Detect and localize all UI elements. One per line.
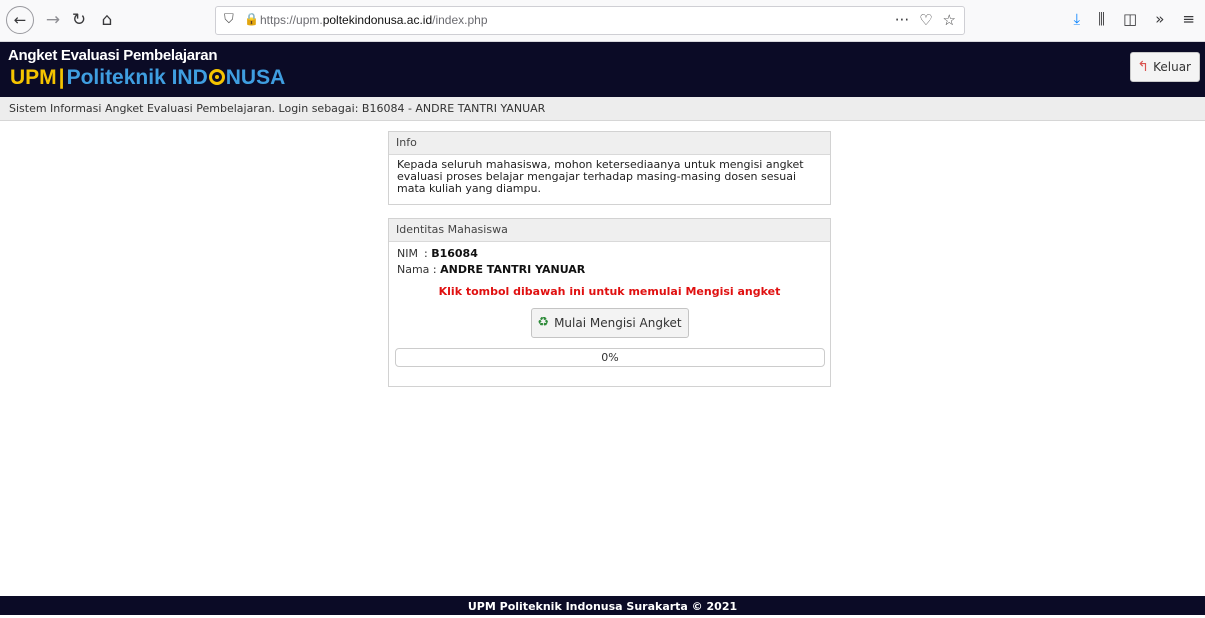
- lock-icon[interactable]: 🔒: [244, 12, 259, 26]
- identity-panel-title: Identitas Mahasiswa: [389, 219, 830, 242]
- back-arrow-icon[interactable]: ←: [6, 6, 34, 34]
- login-status-bar: Sistem Informasi Angket Evaluasi Pembela…: [0, 97, 1205, 121]
- name-label: Nama: [397, 263, 430, 276]
- url-domain: poltekindonusa.ac.id: [322, 13, 433, 27]
- name-separator: :: [429, 263, 441, 276]
- app-header: Angket Evaluasi Pembelajaran UPM|Politek…: [0, 42, 1205, 97]
- bookmark-star-icon[interactable]: ☆: [943, 11, 956, 29]
- info-panel-body: Kepada seluruh mahasiswa, mohon ketersed…: [397, 158, 804, 195]
- tracking-shield-icon[interactable]: ⛉: [224, 12, 234, 27]
- url-prefix: https://upm.: [260, 13, 323, 27]
- brand-politeknik: Politeknik IND: [66, 66, 208, 89]
- app-subtitle: Angket Evaluasi Pembelajaran: [8, 47, 218, 64]
- nim-separator: :: [424, 247, 432, 260]
- browser-toolbar: ← → ↻ ⌂ ⛉ 🔒 https://upm.poltekindonusa.a…: [0, 0, 1205, 42]
- url-actions: ··· ♡ ☆: [895, 11, 956, 29]
- sidebar-icon[interactable]: ◫: [1123, 10, 1137, 28]
- recycle-icon: ♻: [537, 315, 550, 330]
- hamburger-menu-icon[interactable]: ≡: [1182, 10, 1195, 28]
- name-row: Nama : ANDRE TANTRI YANUAR: [397, 262, 822, 278]
- identity-panel-body: NIM: B16084 Nama : ANDRE TANTRI YANUAR K…: [389, 242, 830, 373]
- start-survey-label: Mulai Mengisi Angket: [554, 316, 682, 330]
- brand-separator: |: [58, 66, 65, 89]
- start-survey-button[interactable]: ♻ Mulai Mengisi Angket: [530, 308, 689, 338]
- identity-panel: Identitas Mahasiswa NIM: B16084 Nama : A…: [388, 218, 831, 387]
- brand-logo: UPM|Politeknik IND NUSA: [10, 65, 285, 91]
- nim-label: NIM: [397, 247, 418, 260]
- footer: UPM Politeknik Indonusa Surakarta © 2021: [0, 596, 1205, 615]
- progress-text: 0%: [601, 351, 619, 364]
- logout-button[interactable]: ↰ Keluar: [1130, 52, 1200, 82]
- brand-tail: NUSA: [225, 66, 286, 89]
- forward-arrow-icon[interactable]: →: [40, 7, 66, 33]
- reload-icon[interactable]: ↻: [66, 7, 92, 33]
- overflow-chevron-icon[interactable]: »: [1155, 10, 1164, 28]
- url-text[interactable]: https://upm.poltekindonusa.ac.id/index.p…: [260, 13, 488, 27]
- nim-value: B16084: [431, 247, 478, 260]
- name-value: ANDRE TANTRI YANUAR: [440, 263, 586, 276]
- instruction-text: Klik tombol dibawah ini untuk memulai Me…: [438, 285, 781, 298]
- info-panel: Info Kepada seluruh mahasiswa, mohon ket…: [388, 131, 831, 205]
- logout-label: Keluar: [1153, 60, 1191, 74]
- brand-upm: UPM: [10, 66, 57, 89]
- home-icon[interactable]: ⌂: [94, 7, 120, 33]
- download-icon[interactable]: ⤓: [1074, 10, 1081, 28]
- progress-bar: 0%: [395, 348, 825, 367]
- info-panel-title: Info: [389, 132, 830, 155]
- page-actions-icon[interactable]: ···: [895, 11, 909, 29]
- library-icon[interactable]: ⫼: [1098, 10, 1105, 28]
- address-bar[interactable]: ⛉ 🔒 https://upm.poltekindonusa.ac.id/ind…: [215, 6, 965, 35]
- brand-ring-icon: [208, 69, 225, 85]
- nim-row: NIM: B16084: [397, 246, 822, 262]
- pocket-icon[interactable]: ♡: [919, 11, 932, 29]
- reply-arrow-icon: ↰: [1137, 59, 1150, 75]
- browser-tools: ⤓ ⫼ ◫ » ≡: [1074, 10, 1196, 28]
- url-path: /index.php: [432, 13, 488, 27]
